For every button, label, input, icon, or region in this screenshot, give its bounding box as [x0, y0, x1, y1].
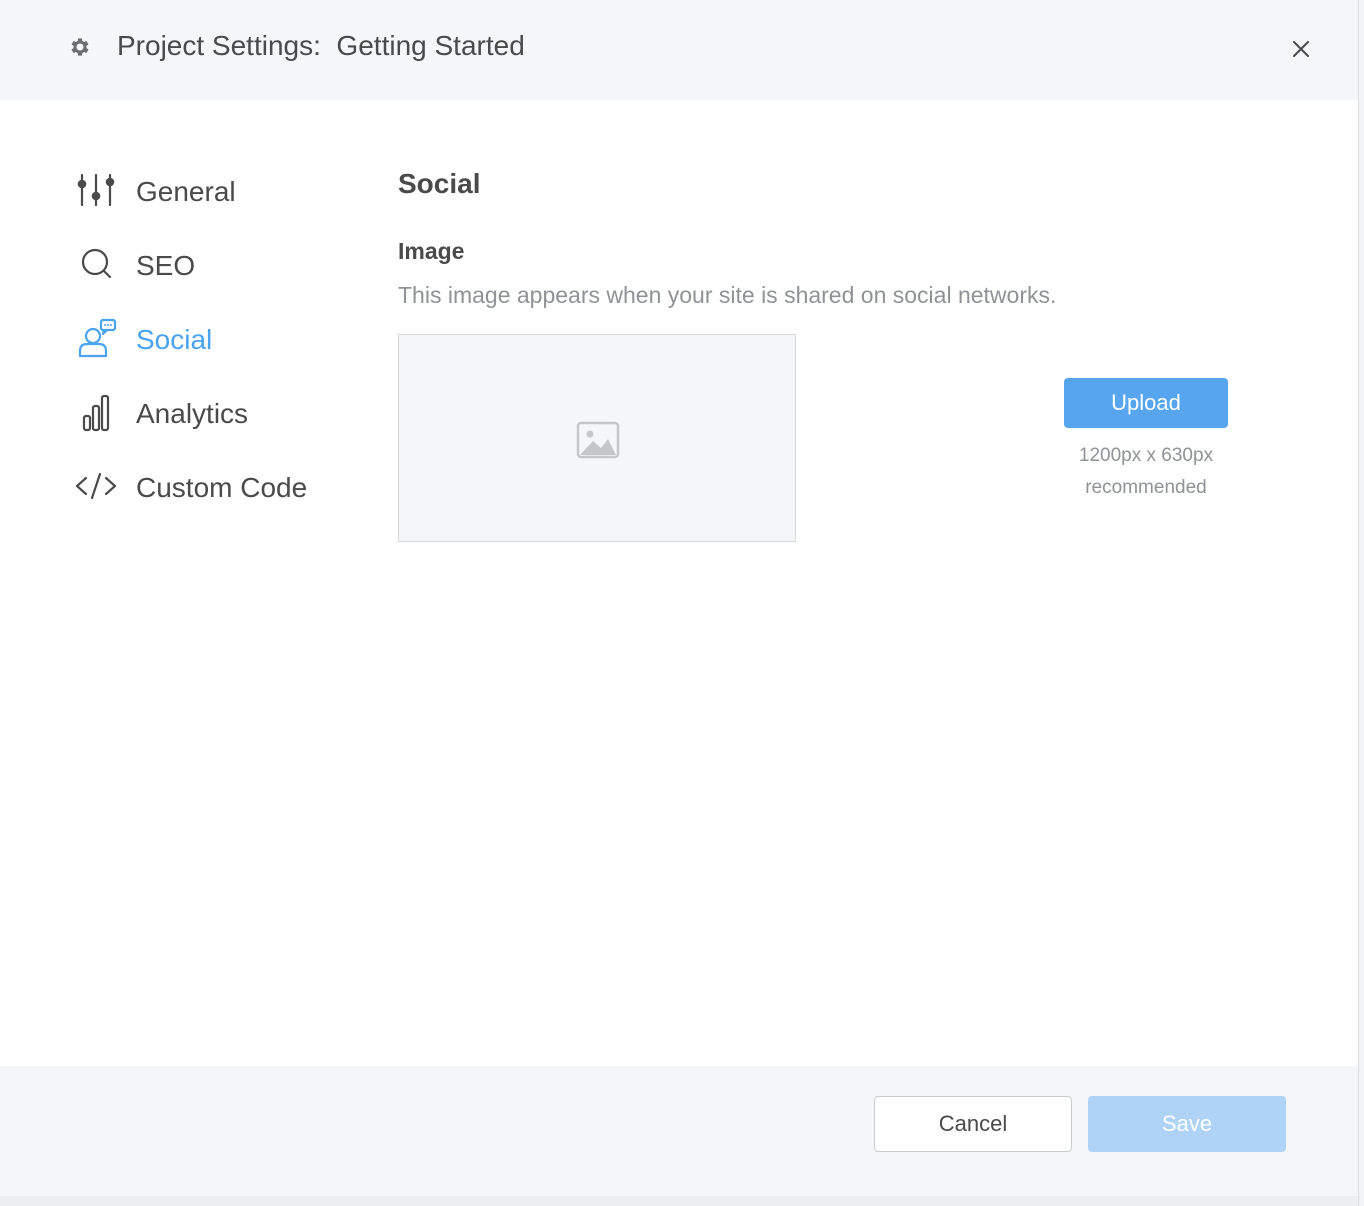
gear-icon [71, 38, 89, 56]
background-app-edge [1358, 0, 1364, 1206]
sidebar-item-label: Social [136, 324, 213, 355]
sidebar-item-social[interactable]: Social [70, 306, 360, 366]
upload-button[interactable]: Upload [1064, 378, 1228, 428]
sidebar-item-general[interactable]: General [70, 158, 360, 218]
modal-footer: Cancel Save [0, 1066, 1358, 1196]
code-icon [75, 472, 117, 500]
upload-size-hint: 1200px x 630px recommended [1054, 440, 1238, 504]
user-chat-icon [78, 318, 117, 358]
close-icon[interactable] [1288, 36, 1314, 62]
image-placeholder-icon [576, 421, 620, 459]
sidebar-item-label: General [136, 176, 236, 207]
modal-title: Project Settings: Getting Started [117, 30, 525, 61]
cancel-button[interactable]: Cancel [874, 1096, 1072, 1152]
upload-hint-dimensions: 1200px x 630px [1078, 445, 1214, 466]
sidebar-item-custom-code[interactable]: Custom Code [70, 454, 360, 514]
sliders-icon [77, 173, 115, 207]
bar-chart-icon [82, 394, 110, 432]
project-settings-modal: Project Settings: Getting Started Genera… [0, 0, 1358, 1196]
save-button[interactable]: Save [1088, 1096, 1286, 1152]
image-field-description: This image appears when your site is sha… [398, 282, 1057, 308]
background-app-bottom [0, 1196, 1358, 1206]
social-image-dropzone[interactable] [398, 334, 796, 542]
sidebar-item-label: SEO [136, 250, 196, 281]
section-title: Social [398, 168, 481, 199]
search-icon [81, 248, 112, 279]
sidebar-item-label: Analytics [136, 398, 249, 429]
sidebar-item-label: Custom Code [136, 472, 308, 503]
sidebar-item-analytics[interactable]: Analytics [70, 380, 360, 440]
upload-hint-recommended: recommended [1085, 477, 1207, 498]
modal-header: Project Settings: Getting Started [0, 0, 1358, 100]
image-field-label: Image [398, 238, 465, 264]
sidebar-item-seo[interactable]: SEO [70, 232, 360, 292]
